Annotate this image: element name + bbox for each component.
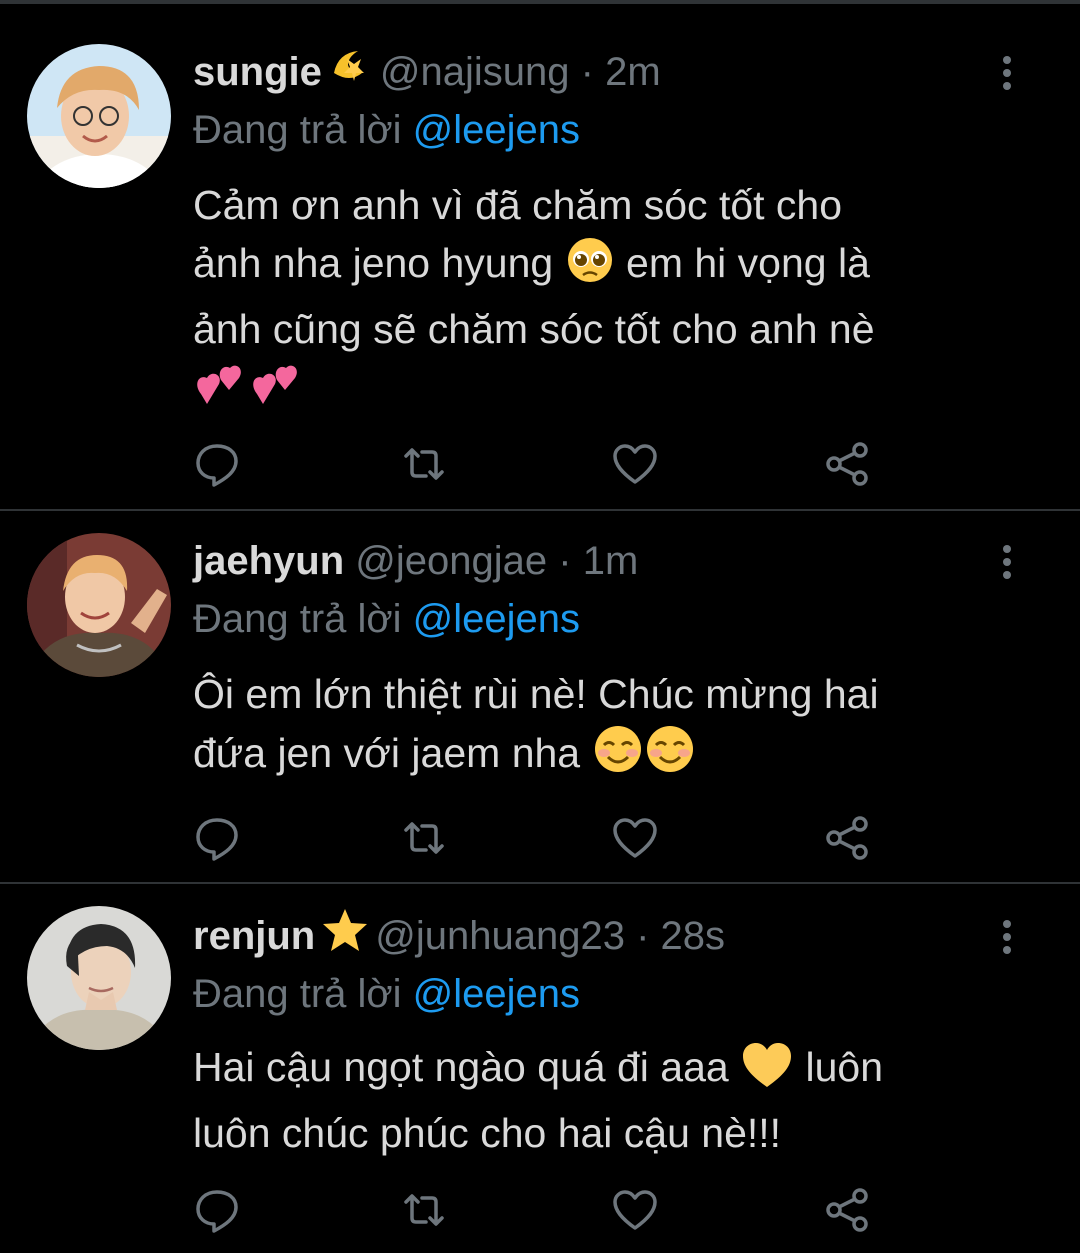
share-icon[interactable]: [823, 814, 871, 862]
share-icon[interactable]: [823, 440, 871, 488]
avatar[interactable]: [27, 533, 171, 677]
tweet-renjun[interactable]: renjun @junhuang23 · 28s Đang trả lời @l…: [0, 884, 1080, 1253]
retweet-icon[interactable]: [400, 440, 448, 488]
mention-link[interactable]: @leejens: [413, 972, 580, 1016]
smiling-face-emoji-icon: [644, 723, 696, 790]
handle[interactable]: @jeongjae: [355, 539, 547, 583]
replying-prefix: Đang trả lời: [193, 108, 402, 152]
display-name[interactable]: sungie: [193, 50, 322, 94]
reply-icon[interactable]: [193, 1186, 241, 1234]
timestamp[interactable]: · 1m: [558, 539, 638, 583]
tweet-line-part: ảnh nha jeno hyung: [193, 240, 554, 286]
star-emoji-icon: [321, 907, 369, 970]
timestamp[interactable]: · 28s: [636, 914, 725, 958]
tweet-text: Hai cậu ngọt ngào quá đi aaa luôn luôn c…: [193, 1038, 1053, 1162]
display-name[interactable]: jaehyun: [193, 539, 344, 583]
tweet-header: sungie @najisung · 2m: [193, 42, 661, 102]
retweet-icon[interactable]: [400, 1186, 448, 1234]
tweet-line-2: đứa jen với jaem nha: [193, 723, 1053, 790]
yellow-heart-emoji-icon: [740, 1041, 794, 1104]
avatar[interactable]: [27, 44, 171, 188]
reply-icon[interactable]: [193, 814, 241, 862]
handle[interactable]: @junhuang23: [375, 914, 625, 958]
mention-link[interactable]: @leejens: [413, 597, 580, 641]
display-name[interactable]: renjun: [193, 914, 315, 958]
tweet-line-emojis: [193, 358, 1053, 427]
two-hearts-emoji-icon: [193, 358, 249, 427]
replying-to: Đang trả lời @leejens: [193, 964, 580, 1024]
pleading-face-emoji-icon: [565, 235, 615, 300]
reply-icon[interactable]: [193, 440, 241, 488]
replying-to: Đang trả lời @leejens: [193, 100, 580, 160]
tweet-line-part: đứa jen với jaem nha: [193, 730, 581, 776]
like-icon[interactable]: [611, 1186, 659, 1234]
tweet-line-1: Hai cậu ngọt ngào quá đi aaa luôn: [193, 1038, 1053, 1104]
replying-to: Đang trả lời @leejens: [193, 589, 580, 649]
tweet-line-part: em hi vọng là: [626, 240, 870, 286]
tweet-sungie[interactable]: sungie @najisung · 2m Đang trả lời @leej…: [0, 0, 1080, 510]
retweet-icon[interactable]: [400, 814, 448, 862]
mention-link[interactable]: @leejens: [413, 108, 580, 152]
smiling-face-emoji-icon: [592, 723, 644, 790]
tweet-line: luôn chúc phúc cho hai cậu nè!!!: [193, 1110, 782, 1156]
more-options-icon[interactable]: [995, 56, 1019, 96]
timestamp[interactable]: · 2m: [581, 50, 661, 94]
tweet-line-2: ảnh nha jeno hyung em hi vọng là: [193, 234, 1053, 300]
like-icon[interactable]: [611, 814, 659, 862]
handle[interactable]: @najisung: [380, 50, 570, 94]
tweet-line: Cảm ơn anh vì đã chăm sóc tốt cho: [193, 182, 843, 228]
tweet-header: renjun @junhuang23 · 28s: [193, 906, 725, 966]
tweet-actions: [193, 814, 893, 862]
replying-prefix: Đang trả lời: [193, 597, 402, 641]
tweet-line-part: Hai cậu ngọt ngào quá đi aaa: [193, 1044, 729, 1090]
tweet-line: Ôi em lớn thiệt rùi nè! Chúc mừng hai: [193, 671, 879, 717]
two-hearts-emoji-icon: [249, 358, 305, 427]
tweet-actions: [193, 440, 893, 488]
tweet-header: jaehyun @jeongjae · 1m: [193, 531, 638, 591]
more-options-icon[interactable]: [995, 920, 1019, 960]
tweet-jaehyun[interactable]: jaehyun @jeongjae · 1m Đang trả lời @lee…: [0, 511, 1080, 883]
share-icon[interactable]: [823, 1186, 871, 1234]
tweet-line-part: luôn: [805, 1044, 884, 1090]
tweet-text: Ôi em lớn thiệt rùi nè! Chúc mừng hai đứ…: [193, 665, 1053, 790]
tweet-actions: [193, 1186, 893, 1234]
more-options-icon[interactable]: [995, 545, 1019, 585]
avatar[interactable]: [27, 906, 171, 1050]
dizzy-emoji-icon: [328, 43, 374, 106]
replying-prefix: Đang trả lời: [193, 972, 402, 1016]
like-icon[interactable]: [611, 440, 659, 488]
tweet-line: ảnh cũng sẽ chăm sóc tốt cho anh nè: [193, 306, 875, 352]
tweet-text: Cảm ơn anh vì đã chăm sóc tốt cho ảnh nh…: [193, 176, 1053, 427]
